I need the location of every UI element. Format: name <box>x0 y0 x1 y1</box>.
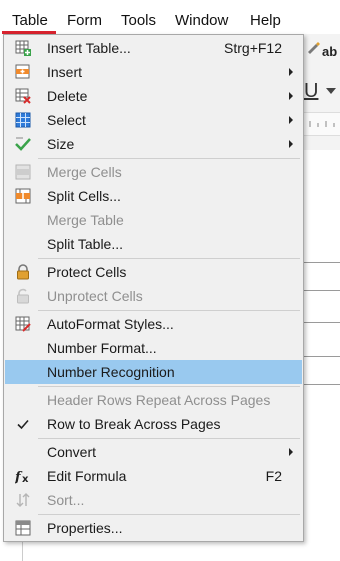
insert-rows-icon <box>15 64 30 79</box>
submenu-arrow-icon <box>289 116 293 124</box>
menu-separator <box>38 438 300 439</box>
menu-item-unprotect-cells: Unprotect Cells <box>5 284 302 308</box>
toolbar-insert-special-icon[interactable] <box>306 40 320 54</box>
menu-item-row-to-break[interactable]: Row to Break Across Pages <box>5 412 302 436</box>
table-menu-dropdown: Insert Table... Strg+F12 Insert Delete S… <box>3 34 304 542</box>
unlock-icon <box>17 288 29 304</box>
menu-item-number-recognition[interactable]: Number Recognition <box>5 360 302 384</box>
menu-item-header-rows-repeat: Header Rows Repeat Across Pages <box>47 392 271 408</box>
menu-item-insert-table[interactable]: Insert Table... Strg+F12 <box>5 36 302 60</box>
menu-item-sort: Sort... <box>5 488 302 512</box>
menu-item-split-cells[interactable]: Split Cells... <box>5 184 302 208</box>
menu-separator <box>38 386 300 387</box>
table-border-line <box>304 262 340 263</box>
menu-form[interactable]: Form <box>67 11 102 31</box>
menu-item-convert[interactable]: Convert <box>5 440 302 464</box>
split-cells-icon <box>15 188 31 204</box>
menu-item-size[interactable]: Size <box>5 132 302 156</box>
submenu-arrow-icon <box>289 92 293 100</box>
submenu-arrow-icon <box>289 68 293 76</box>
optimal-size-checkmark-icon <box>15 137 31 151</box>
table-border-line <box>304 290 340 291</box>
autoformat-icon <box>15 316 31 332</box>
menu-item-edit-formula[interactable]: f x Edit Formula F2 <box>5 464 302 488</box>
menu-item-split-table[interactable]: Split Table... <box>5 232 302 256</box>
menu-separator <box>38 258 300 259</box>
menu-separator <box>38 514 300 515</box>
menu-item-merge-cells: Merge Cells <box>5 160 302 184</box>
toolbar-underline-icon[interactable]: U <box>304 80 318 103</box>
menu-separator <box>38 158 300 159</box>
menu-help[interactable]: Help <box>250 11 281 31</box>
menu-window[interactable]: Window <box>175 11 228 31</box>
table-border-line <box>304 322 340 323</box>
table-properties-icon <box>15 520 31 536</box>
menu-item-merge-table: Merge Table <box>47 212 124 228</box>
svg-text:x: x <box>22 474 29 484</box>
ruler <box>304 112 340 136</box>
submenu-arrow-icon <box>289 140 293 148</box>
menu-item-protect-cells[interactable]: Protect Cells <box>5 260 302 284</box>
menu-separator <box>38 310 300 311</box>
menu-item-select[interactable]: Select <box>5 108 302 132</box>
menu-item-number-format[interactable]: Number Format... <box>5 336 302 360</box>
menu-item-properties[interactable]: Properties... <box>5 516 302 540</box>
document-margin-line <box>22 540 23 561</box>
submenu-arrow-icon <box>289 448 293 456</box>
menu-tools[interactable]: Tools <box>121 11 156 31</box>
lock-icon <box>17 264 29 280</box>
merge-cells-icon <box>15 164 31 180</box>
menu-bar: Table Form Tools Window Help <box>0 0 340 34</box>
table-border-line <box>304 356 340 357</box>
checkmark-icon <box>17 419 29 430</box>
menu-item-delete[interactable]: Delete <box>5 84 302 108</box>
fx-icon: f x <box>15 470 29 484</box>
toolbar-dropdown-icon[interactable] <box>326 88 336 94</box>
table-grid-plus-icon <box>15 40 31 56</box>
toolbar-text-icon[interactable]: ab <box>322 44 337 59</box>
sort-arrows-icon <box>16 493 30 507</box>
menu-item-autoformat-styles[interactable]: AutoFormat Styles... <box>5 312 302 336</box>
menu-table[interactable]: Table <box>12 11 48 31</box>
menu-item-insert[interactable]: Insert <box>5 60 302 84</box>
delete-rows-icon <box>15 88 31 104</box>
select-table-icon <box>15 112 31 128</box>
table-border-line <box>304 384 340 385</box>
